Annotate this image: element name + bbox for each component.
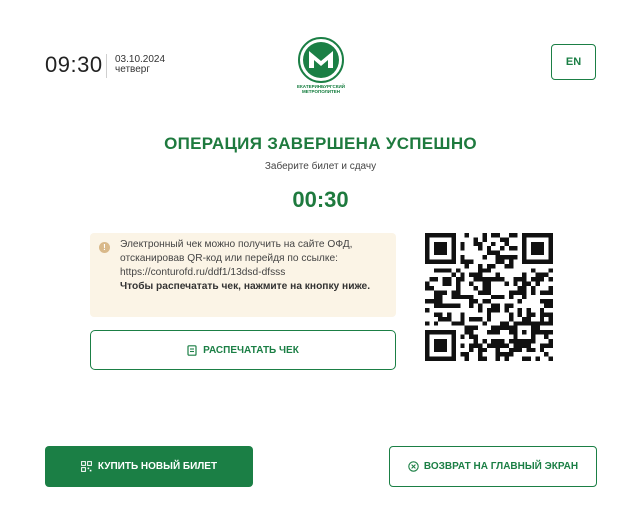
clock-time: 09:30 xyxy=(45,52,103,77)
notice-link: https://conturofd.ru/ddf1/13dsd-dfsss xyxy=(120,267,286,278)
buy-new-ticket-button[interactable]: КУПИТЬ НОВЫЙ БИЛЕТ xyxy=(45,446,253,487)
info-icon: ! xyxy=(99,242,110,253)
language-button[interactable]: EN xyxy=(551,44,596,80)
qr-scan-icon xyxy=(81,461,92,472)
return-home-label: ВОЗВРАТ НА ГЛАВНЫЙ ЭКРАН xyxy=(423,461,579,472)
print-receipt-button[interactable]: РАСПЕЧАТАТЬ ЧЕК xyxy=(90,330,396,370)
receipt-icon xyxy=(187,344,197,356)
divider xyxy=(106,54,107,78)
metro-logo-icon xyxy=(298,37,344,83)
notice-line: отсканировав QR-код или перейдя по ссылк… xyxy=(120,253,338,264)
notice-instruction: Чтобы распечатать чек, нажмите на кнопку… xyxy=(120,281,371,292)
header: 09:30 03.10.2024 четверг ЕКАТЕРИНБУРГСКИ… xyxy=(0,0,641,110)
return-home-button[interactable]: ВОЗВРАТ НА ГЛАВНЫЙ ЭКРАН xyxy=(389,446,597,487)
countdown-timer: 00:30 xyxy=(292,187,349,212)
receipt-notice: ! Электронный чек можно получить на сайт… xyxy=(90,233,396,317)
buy-new-ticket-label: КУПИТЬ НОВЫЙ БИЛЕТ xyxy=(97,461,218,472)
close-circle-icon xyxy=(408,461,419,472)
receipt-qr-code xyxy=(425,233,553,361)
weekday-label: четверг xyxy=(115,64,150,75)
status-subtitle: Заберите билет и сдачу xyxy=(264,161,377,172)
logo-text: ЕКАТЕРИНБУРГСКИЙ МЕТРОПОЛИТЕН xyxy=(297,84,345,94)
metro-logo: ЕКАТЕРИНБУРГСКИЙ МЕТРОПОЛИТЕН xyxy=(288,37,354,97)
notice-line: Электронный чек можно получить на сайте … xyxy=(120,239,353,250)
print-receipt-label: РАСПЕЧАТАТЬ ЧЕК xyxy=(203,344,299,356)
status-title: ОПЕРАЦИЯ ЗАВЕРШЕНА УСПЕШНО xyxy=(164,134,477,153)
